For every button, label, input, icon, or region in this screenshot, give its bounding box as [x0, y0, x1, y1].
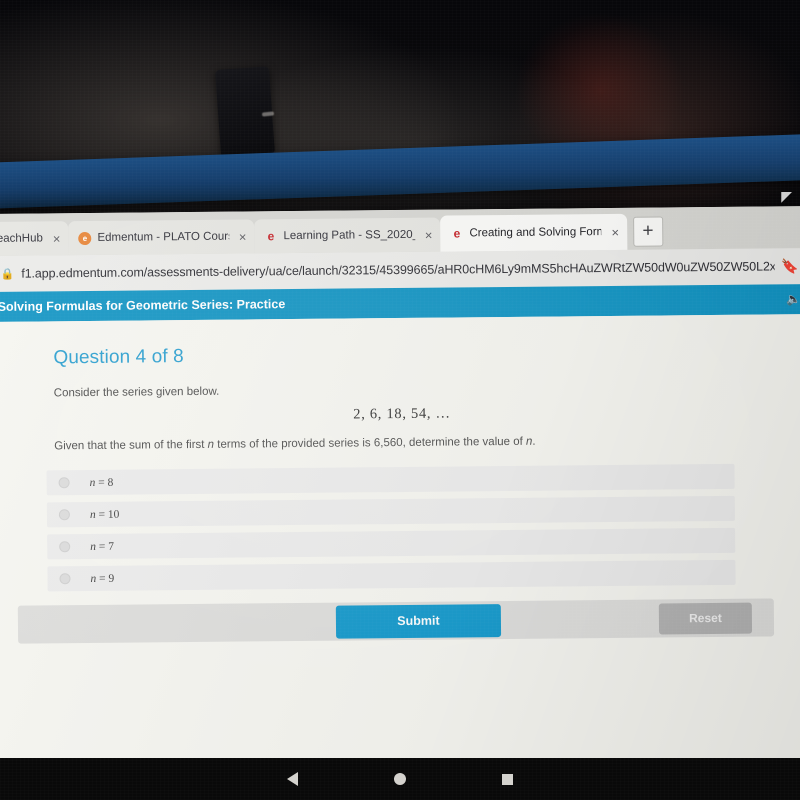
option-equation: = 7	[95, 540, 115, 553]
tab-close-icon[interactable]: ×	[53, 231, 61, 246]
tab-close-icon[interactable]: ×	[425, 227, 433, 242]
given-suffix: .	[532, 435, 536, 448]
edmentum-orange-favicon-icon: e	[78, 231, 92, 245]
bookmark-icon[interactable]: 🔖	[781, 258, 799, 275]
edmentum-e-favicon-icon: e	[267, 229, 275, 244]
question-prompt: Consider the series given below.	[53, 385, 220, 400]
tablet-screen: - TeachHub × e Edmentum - PLATO Course ×…	[0, 206, 800, 769]
tab-label: Edmentum - PLATO Course	[97, 230, 229, 244]
browser-tab-edmentum-plato[interactable]: e Edmentum - PLATO Course ×	[68, 219, 255, 256]
android-navigation-bar	[0, 758, 800, 800]
tab-close-icon[interactable]: ×	[611, 224, 619, 239]
given-middle: terms of the provided series is 6,560, d…	[214, 435, 527, 451]
tab-label: - TeachHub	[0, 232, 43, 245]
radio-button-icon[interactable]	[58, 509, 70, 521]
answer-option-label: n = 8	[90, 476, 114, 488]
answer-option-row[interactable]: n = 10	[46, 495, 735, 528]
assessment-content: Question 4 of 8 Consider the series give…	[0, 314, 800, 769]
reset-button[interactable]: Reset	[658, 602, 753, 635]
answer-options-list: n = 8 n = 10 n = 7 n = 9	[46, 463, 781, 592]
answer-option-label: n = 9	[90, 572, 114, 584]
browser-tab-teachhub[interactable]: - TeachHub ×	[0, 221, 69, 257]
wifi-icon: ◤	[781, 188, 792, 204]
url-text[interactable]: f1.app.edmentum.com/assessments-delivery…	[21, 259, 774, 280]
question-heading: Question 4 of 8	[53, 346, 184, 369]
series-expression: 2, 6, 18, 54, …	[353, 405, 451, 423]
answer-option-row[interactable]: n = 9	[47, 559, 736, 592]
edmentum-e-favicon-icon: e	[453, 226, 461, 241]
speaker-icon[interactable]: 🔈	[786, 292, 800, 306]
lock-icon: 🔒	[0, 268, 15, 281]
photo-scene: ◤ - TeachHub × e Edmentum - PLATO Course…	[0, 0, 800, 800]
radio-button-icon[interactable]	[58, 477, 70, 489]
browser-tab-strip: - TeachHub × e Edmentum - PLATO Course ×…	[0, 206, 800, 257]
recents-square-icon[interactable]	[502, 773, 513, 785]
answer-option-row[interactable]: n = 8	[46, 463, 735, 496]
answer-option-label: n = 7	[90, 540, 114, 552]
radio-button-icon[interactable]	[59, 573, 71, 585]
assessment-title: nd Solving Formulas for Geometric Series…	[0, 297, 286, 315]
option-equation: = 8	[95, 476, 114, 489]
tab-close-icon[interactable]: ×	[239, 229, 247, 244]
tablet-bezel-band	[0, 132, 800, 210]
back-triangle-icon[interactable]	[287, 772, 298, 786]
home-circle-icon[interactable]	[394, 773, 406, 785]
submit-button[interactable]: Submit	[335, 603, 502, 639]
action-button-bar: Submit Reset	[17, 598, 775, 644]
option-equation: = 10	[95, 508, 120, 521]
radio-button-icon[interactable]	[59, 541, 71, 553]
question-given-statement: Given that the sum of the first n terms …	[54, 433, 780, 453]
tab-label: Creating and Solving Formul	[469, 226, 602, 240]
tab-label: Learning Path - SS_2020_M4	[283, 228, 415, 243]
answer-option-row[interactable]: n = 7	[47, 527, 736, 560]
option-equation: = 9	[96, 572, 115, 585]
answer-option-label: n = 10	[90, 508, 120, 520]
given-prefix: Given that the sum of the first	[54, 438, 208, 453]
browser-tab-creating-solving-formulas[interactable]: e Creating and Solving Formul ×	[440, 213, 628, 252]
new-tab-button[interactable]: +	[632, 216, 664, 247]
browser-tab-learning-path[interactable]: e Learning Path - SS_2020_M4 ×	[254, 217, 441, 254]
